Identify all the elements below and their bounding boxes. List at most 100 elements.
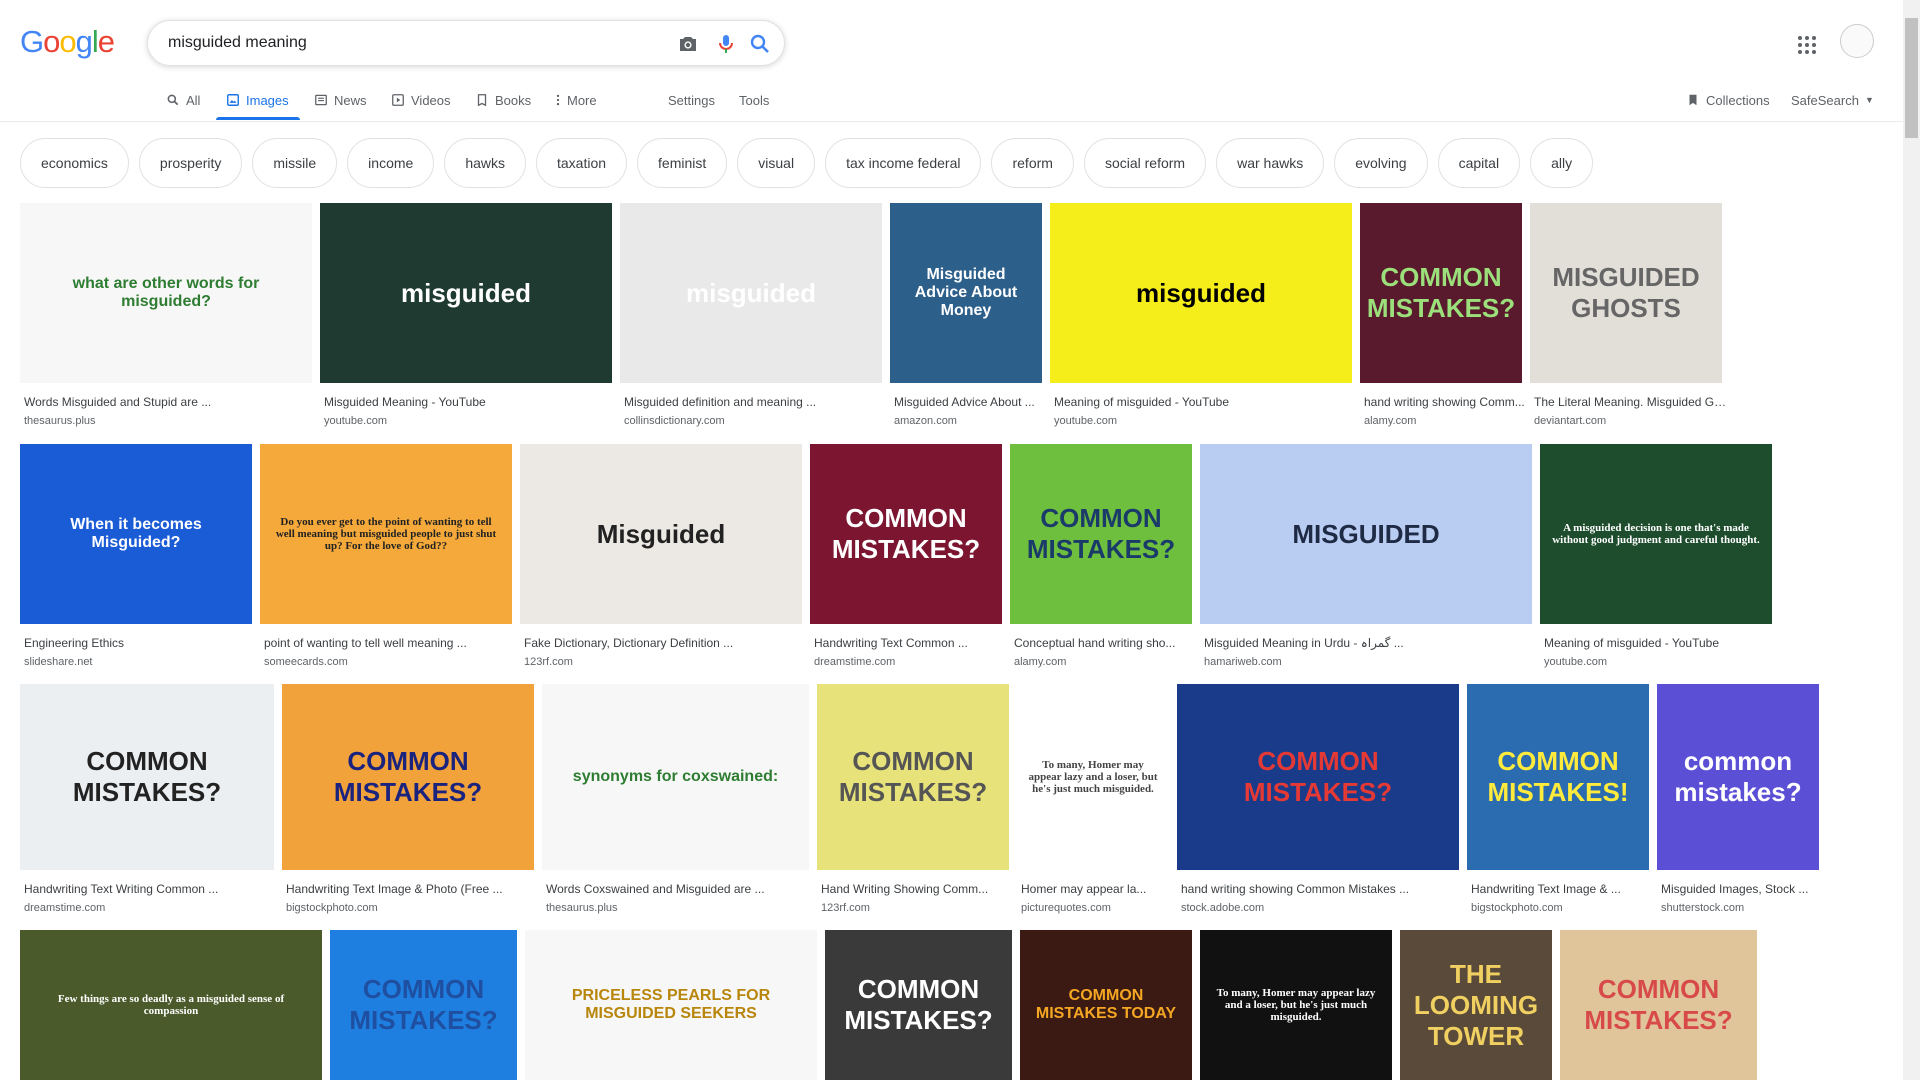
result-source[interactable]: youtube.com [320, 415, 620, 427]
result-source[interactable]: thesaurus.plus [20, 415, 320, 427]
collections-link[interactable]: Collections [1686, 90, 1770, 110]
image-thumbnail[interactable]: COMMON MISTAKES! [1467, 684, 1649, 870]
image-thumbnail[interactable]: COMMON MISTAKES? [282, 684, 534, 870]
tab-tools[interactable]: Tools [739, 90, 769, 110]
image-thumbnail[interactable]: A misguided decision is one that's made … [1540, 444, 1772, 624]
scrollbar[interactable] [1903, 0, 1920, 1080]
suggestion-chip[interactable]: taxation [536, 138, 628, 188]
result-title[interactable]: hand writing showing Common Mistakes ... [1177, 882, 1467, 896]
result-title[interactable]: Meaning of misguided - YouTube [1050, 395, 1360, 409]
image-thumbnail[interactable]: THE LOOMING TOWER [1400, 930, 1552, 1080]
tab-all[interactable]: All [166, 90, 200, 110]
result-title[interactable]: Misguided Meaning in Urdu - گمراہ ... [1200, 636, 1540, 650]
suggestion-chip[interactable]: capital [1437, 138, 1521, 188]
suggestion-chip[interactable]: ally [1530, 138, 1594, 188]
result-source[interactable]: collinsdictionary.com [620, 415, 890, 427]
result-source[interactable]: deviantart.com [1530, 415, 1730, 427]
image-thumbnail[interactable]: COMMON MISTAKES TODAY [1020, 930, 1192, 1080]
image-result[interactable]: misguided Misguided Meaning - YouTube yout… [320, 203, 620, 427]
image-result[interactable]: COMMON MISTAKES! Handwriting Text Image &… [1467, 684, 1657, 914]
result-source[interactable]: 123rf.com [520, 656, 810, 668]
account-avatar[interactable] [1840, 24, 1874, 58]
image-result[interactable]: COMMON MISTAKES? hand writing showing Com… [1177, 684, 1467, 914]
image-thumbnail[interactable]: synonyms for coxswained: [542, 684, 809, 870]
image-thumbnail[interactable]: MISGUIDED [1200, 444, 1532, 624]
suggestion-chip[interactable]: missile [252, 138, 338, 188]
tab-news[interactable]: News [314, 90, 367, 110]
tab-videos[interactable]: Videos [391, 90, 451, 110]
result-title[interactable]: Homer may appear la... [1017, 882, 1177, 896]
image-result[interactable]: MISGUIDED Misguided Meaning in Urdu - گمر… [1200, 444, 1540, 668]
safesearch-dropdown[interactable]: SafeSearch ▼ [1791, 90, 1874, 110]
scrollbar-thumb[interactable] [1905, 18, 1918, 138]
result-source[interactable]: alamy.com [1360, 415, 1530, 427]
result-title[interactable]: Handwriting Text Image & ... [1467, 882, 1657, 896]
image-thumbnail[interactable]: what are other words for misguided? [20, 203, 312, 383]
result-title[interactable]: Misguided Images, Stock ... [1657, 882, 1827, 896]
tab-images[interactable]: Images [226, 90, 289, 110]
image-result[interactable]: Do you ever get to the point of wanting … [260, 444, 520, 668]
image-thumbnail[interactable]: COMMON MISTAKES? [330, 930, 517, 1080]
image-result[interactable]: Misguided Fake Dictionary, Dictionary Def… [520, 444, 810, 668]
image-thumbnail[interactable]: misguided [1050, 203, 1352, 383]
search-box[interactable]: misguided meaning [147, 20, 785, 66]
image-result[interactable]: misguided Misguided definition and meanin… [620, 203, 890, 427]
result-title[interactable]: Handwriting Text Writing Common ... [20, 882, 282, 896]
image-thumbnail[interactable]: COMMON MISTAKES? [1360, 203, 1522, 383]
result-title[interactable]: Hand Writing Showing Comm... [817, 882, 1017, 896]
result-source[interactable]: shutterstock.com [1657, 902, 1827, 914]
image-result[interactable]: COMMON MISTAKES? [825, 930, 1020, 1080]
camera-icon[interactable] [676, 32, 700, 56]
result-title[interactable]: Meaning of misguided - YouTube [1540, 636, 1780, 650]
suggestion-chip[interactable]: hawks [444, 138, 526, 188]
result-title[interactable]: Handwriting Text Image & Photo (Free ... [282, 882, 542, 896]
result-source[interactable]: bigstockphoto.com [1467, 902, 1657, 914]
image-result[interactable]: To many, Homer may appear lazy and a los… [1200, 930, 1400, 1080]
image-result[interactable]: COMMON MISTAKES? hand writing showing Com… [1360, 203, 1530, 427]
image-result[interactable]: COMMON MISTAKES? Handwriting Text Writing… [20, 684, 282, 914]
result-source[interactable]: 123rf.com [817, 902, 1017, 914]
image-thumbnail[interactable]: COMMON MISTAKES? [1177, 684, 1459, 870]
image-thumbnail[interactable]: To many, Homer may appear lazy and a los… [1200, 930, 1392, 1080]
result-source[interactable]: alamy.com [1010, 656, 1200, 668]
result-source[interactable]: youtube.com [1050, 415, 1360, 427]
image-result[interactable]: COMMON MISTAKES? Conceptual hand writing … [1010, 444, 1200, 668]
image-result[interactable]: COMMON MISTAKES? Handwriting Text Image &… [282, 684, 542, 914]
image-thumbnail[interactable]: Few things are so deadly as a misguided … [20, 930, 322, 1080]
suggestion-chip[interactable]: war hawks [1216, 138, 1325, 188]
image-thumbnail[interactable]: To many, Homer may appear lazy and a los… [1017, 684, 1169, 870]
result-source[interactable]: amazon.com [890, 415, 1050, 427]
image-result[interactable]: A misguided decision is one that's made … [1540, 444, 1780, 668]
image-result[interactable]: Misguided Advice About Money Misguided Ad… [890, 203, 1050, 427]
result-title[interactable]: point of wanting to tell well meaning ..… [260, 636, 520, 650]
result-title[interactable]: Misguided definition and meaning ... [620, 395, 890, 409]
image-result[interactable]: COMMON MISTAKES? Hand Writing Showing Com… [817, 684, 1017, 914]
image-thumbnail[interactable]: When it becomes Misguided? [20, 444, 252, 624]
image-thumbnail[interactable]: Misguided [520, 444, 802, 624]
image-thumbnail[interactable]: misguided [320, 203, 612, 383]
suggestion-chip[interactable]: feminist [637, 138, 728, 188]
suggestion-chip[interactable]: social reform [1083, 138, 1207, 188]
result-source[interactable]: someecards.com [260, 656, 520, 668]
image-thumbnail[interactable]: common mistakes? [1657, 684, 1819, 870]
apps-grid-icon[interactable] [1795, 33, 1819, 57]
image-result[interactable]: PRICELESS PEARLS FOR MISGUIDED SEEKERS [525, 930, 825, 1080]
image-thumbnail[interactable]: PRICELESS PEARLS FOR MISGUIDED SEEKERS [525, 930, 817, 1080]
image-result[interactable]: Few things are so deadly as a misguided … [20, 930, 330, 1080]
result-title[interactable]: Words Misguided and Stupid are ... [20, 395, 320, 409]
image-thumbnail[interactable]: misguided [620, 203, 882, 383]
image-result[interactable]: what are other words for misguided? Words… [20, 203, 320, 427]
image-thumbnail[interactable]: COMMON MISTAKES? [20, 684, 274, 870]
tab-books[interactable]: Books [475, 90, 531, 110]
result-source[interactable]: dreamstime.com [810, 656, 1010, 668]
suggestion-chip[interactable]: prosperity [138, 138, 243, 188]
image-result[interactable]: MISGUIDED GHOSTS The Literal Meaning. Mis… [1530, 203, 1730, 427]
result-title[interactable]: The Literal Meaning. Misguided Gh... [1530, 395, 1730, 409]
result-source[interactable]: stock.adobe.com [1177, 902, 1467, 914]
suggestion-chip[interactable]: income [347, 138, 435, 188]
image-thumbnail[interactable]: COMMON MISTAKES? [1010, 444, 1192, 624]
result-source[interactable]: bigstockphoto.com [282, 902, 542, 914]
result-title[interactable]: Misguided Advice About ... [890, 395, 1050, 409]
image-thumbnail[interactable]: MISGUIDED GHOSTS [1530, 203, 1722, 383]
image-result[interactable]: COMMON MISTAKES? [1560, 930, 1765, 1080]
